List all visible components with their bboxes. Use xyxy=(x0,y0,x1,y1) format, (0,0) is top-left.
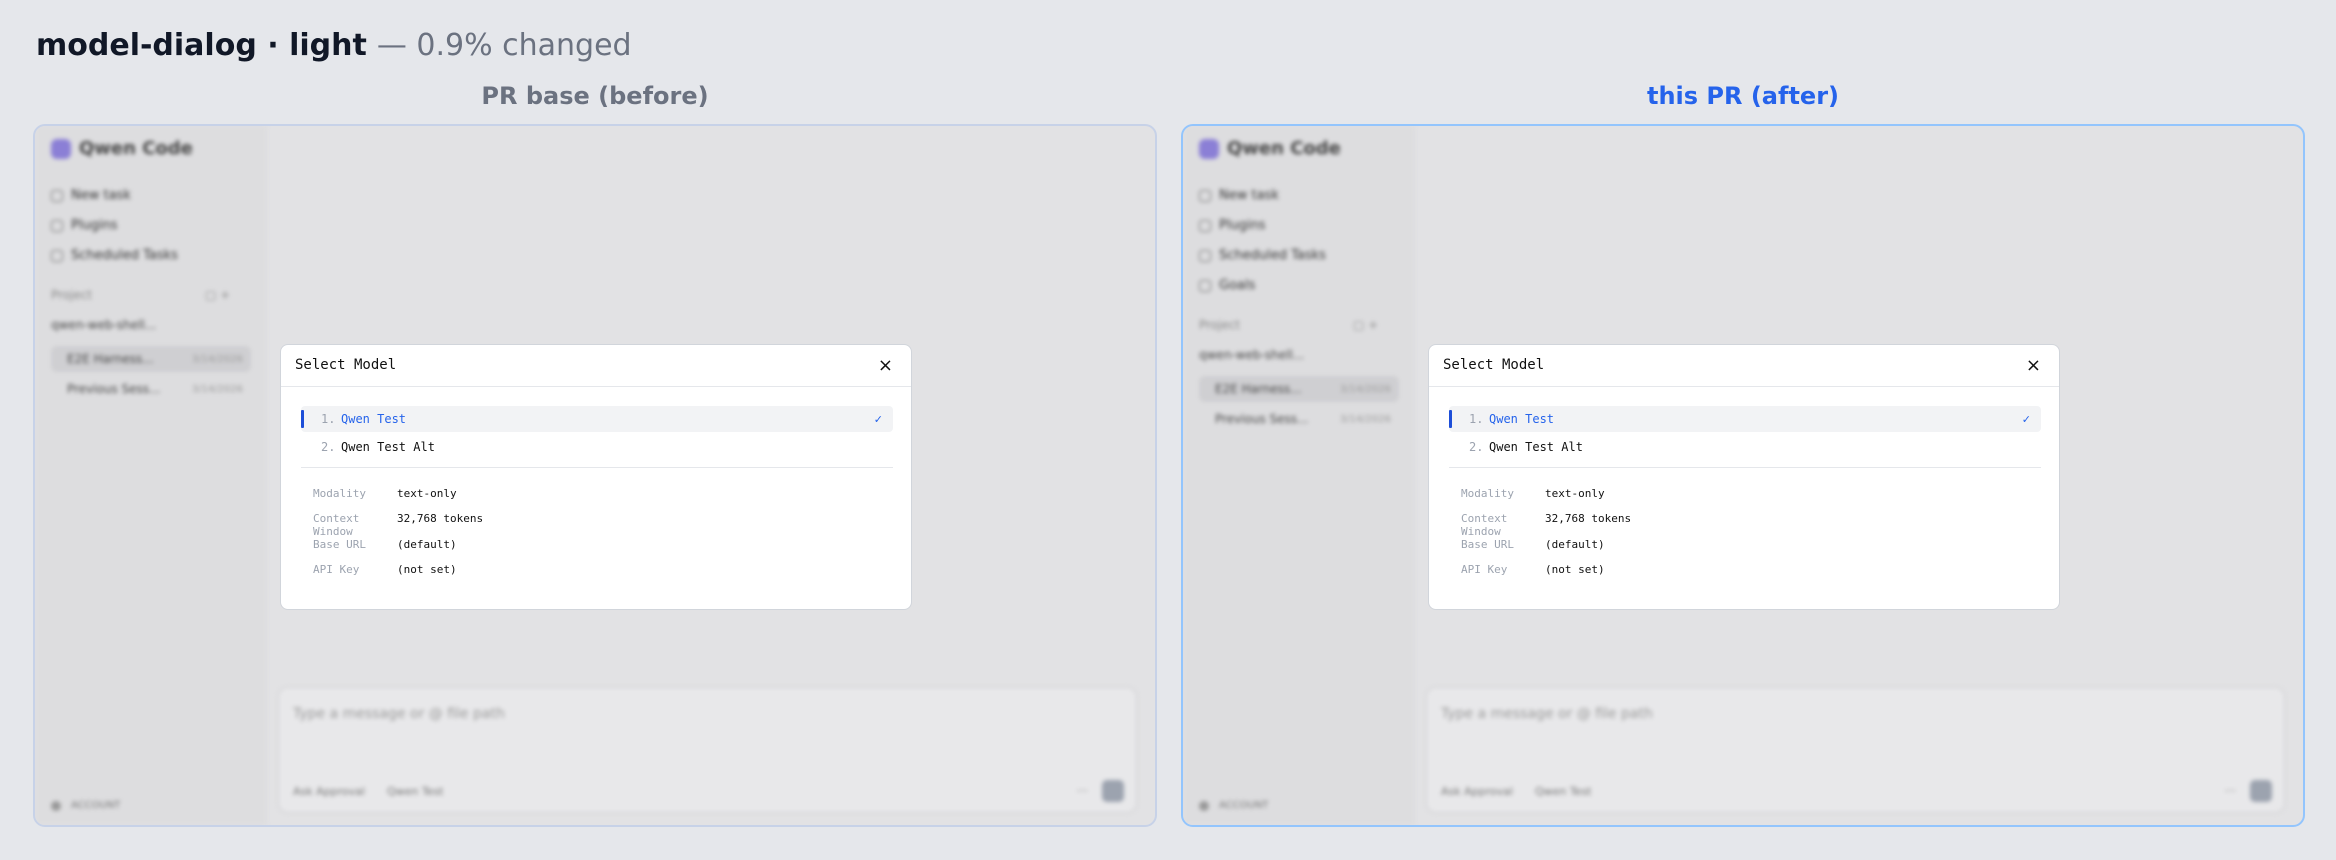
session-item[interactable]: E2E Harness... 3/14/2026 xyxy=(51,346,251,372)
goals-icon xyxy=(1199,279,1211,292)
detail-modality: Modality text-only xyxy=(313,487,457,500)
new-task-icon xyxy=(1199,189,1211,202)
report-header: model-dialog · light — 0.9% changed xyxy=(36,28,632,68)
account-avatar[interactable] xyxy=(51,800,61,811)
model-option-1[interactable]: 1. Qwen Test ✓ xyxy=(1449,406,2041,432)
selection-indicator xyxy=(301,410,304,428)
project-folder[interactable]: qwen-web-shell... xyxy=(51,318,156,332)
approval-mode-chip[interactable]: Ask Approval xyxy=(293,785,365,798)
project-tools-icon[interactable]: ▢ + xyxy=(205,288,230,302)
sidebar: Qwen Code New task Plugins Scheduled Tas… xyxy=(35,126,267,825)
app-brand: Qwen Code xyxy=(1199,138,1341,159)
approval-mode-chip[interactable]: Ask Approval xyxy=(1441,785,1513,798)
before-screenshot: Qwen Code New task Plugins Scheduled Tas… xyxy=(33,124,1157,827)
model-option-2[interactable]: 2. Qwen Test Alt xyxy=(1449,434,2041,460)
clock-icon xyxy=(51,249,63,262)
detail-modality: Modality text-only xyxy=(1461,487,1605,500)
detail-context-window: Context Window 32,768 tokens xyxy=(1461,512,1632,538)
send-button[interactable] xyxy=(2250,780,2272,802)
select-model-dialog: Select Model × 1. Qwen Test ✓ 2. Qwen Te… xyxy=(280,344,912,610)
sidebar-item-plugins[interactable]: Plugins xyxy=(51,218,118,233)
project-tools-icon[interactable]: ▢ + xyxy=(1353,318,1378,332)
select-model-dialog: Select Model × 1. Qwen Test ✓ 2. Qwen Te… xyxy=(1428,344,2060,610)
sidebar-item-new-task[interactable]: New task xyxy=(51,188,131,203)
detail-api-key: API Key (not set) xyxy=(1461,563,1605,576)
detail-api-key: API Key (not set) xyxy=(313,563,457,576)
projects-label: Project xyxy=(1199,318,1241,332)
more-icon[interactable]: ··· xyxy=(1077,784,1088,798)
check-icon: ✓ xyxy=(873,412,883,426)
model-option-1[interactable]: 1. Qwen Test ✓ xyxy=(301,406,893,432)
after-screenshot: Qwen Code New task Plugins Scheduled Tas… xyxy=(1181,124,2305,827)
model-option-2[interactable]: 2. Qwen Test Alt xyxy=(301,434,893,460)
projects-label: Project xyxy=(51,288,93,302)
detail-base-url: Base URL (default) xyxy=(313,538,457,551)
dialog-title: Select Model xyxy=(295,357,397,373)
app-logo-icon xyxy=(1199,138,1219,159)
app-name: Qwen Code xyxy=(1227,138,1341,159)
sidebar-item-goals[interactable]: Goals xyxy=(1199,278,1255,293)
message-composer[interactable]: Type a message or @ file path Ask Approv… xyxy=(1426,687,2285,813)
sidebar-footer: ACCOUNT xyxy=(1199,800,1268,811)
after-column-label: this PR (after) xyxy=(1646,82,1839,110)
sidebar-footer: ACCOUNT xyxy=(51,800,120,811)
clock-icon xyxy=(1199,249,1211,262)
change-summary: — 0.9% changed xyxy=(376,28,632,63)
session-item[interactable]: E2E Harness... 3/14/2026 xyxy=(1199,376,1399,402)
check-icon: ✓ xyxy=(2021,412,2031,426)
account-avatar[interactable] xyxy=(1199,800,1209,811)
detail-context-window: Context Window 32,768 tokens xyxy=(313,512,484,538)
composer-placeholder: Type a message or @ file path xyxy=(1441,706,1653,722)
app-logo-icon xyxy=(51,138,71,159)
composer-placeholder: Type a message or @ file path xyxy=(293,706,505,722)
model-chip[interactable]: Qwen Test xyxy=(387,785,444,798)
report-title: model-dialog · light xyxy=(36,28,367,63)
before-column-label: PR base (before) xyxy=(481,82,709,110)
session-item[interactable]: Previous Sess... 3/14/2026 xyxy=(1199,406,1399,432)
sidebar: Qwen Code New task Plugins Scheduled Tas… xyxy=(1183,126,1415,825)
app-brand: Qwen Code xyxy=(51,138,193,159)
sidebar-item-scheduled-tasks[interactable]: Scheduled Tasks xyxy=(1199,248,1326,263)
sidebar-item-plugins[interactable]: Plugins xyxy=(1199,218,1266,233)
sidebar-item-new-task[interactable]: New task xyxy=(1199,188,1279,203)
message-composer[interactable]: Type a message or @ file path Ask Approv… xyxy=(278,687,1137,813)
new-task-icon xyxy=(51,189,63,202)
model-chip[interactable]: Qwen Test xyxy=(1535,785,1592,798)
plugins-icon xyxy=(1199,219,1211,232)
dialog-title: Select Model xyxy=(1443,357,1545,373)
project-folder[interactable]: qwen-web-shell... xyxy=(1199,348,1304,362)
detail-base-url: Base URL (default) xyxy=(1461,538,1605,551)
divider xyxy=(1449,467,2041,468)
selection-indicator xyxy=(1449,410,1452,428)
close-icon[interactable]: × xyxy=(878,355,893,376)
divider xyxy=(301,467,893,468)
session-item[interactable]: Previous Sess... 3/14/2026 xyxy=(51,376,251,402)
plugins-icon xyxy=(51,219,63,232)
send-button[interactable] xyxy=(1102,780,1124,802)
app-name: Qwen Code xyxy=(79,138,193,159)
more-icon[interactable]: ··· xyxy=(2225,784,2236,798)
sidebar-item-scheduled-tasks[interactable]: Scheduled Tasks xyxy=(51,248,178,263)
close-icon[interactable]: × xyxy=(2026,355,2041,376)
